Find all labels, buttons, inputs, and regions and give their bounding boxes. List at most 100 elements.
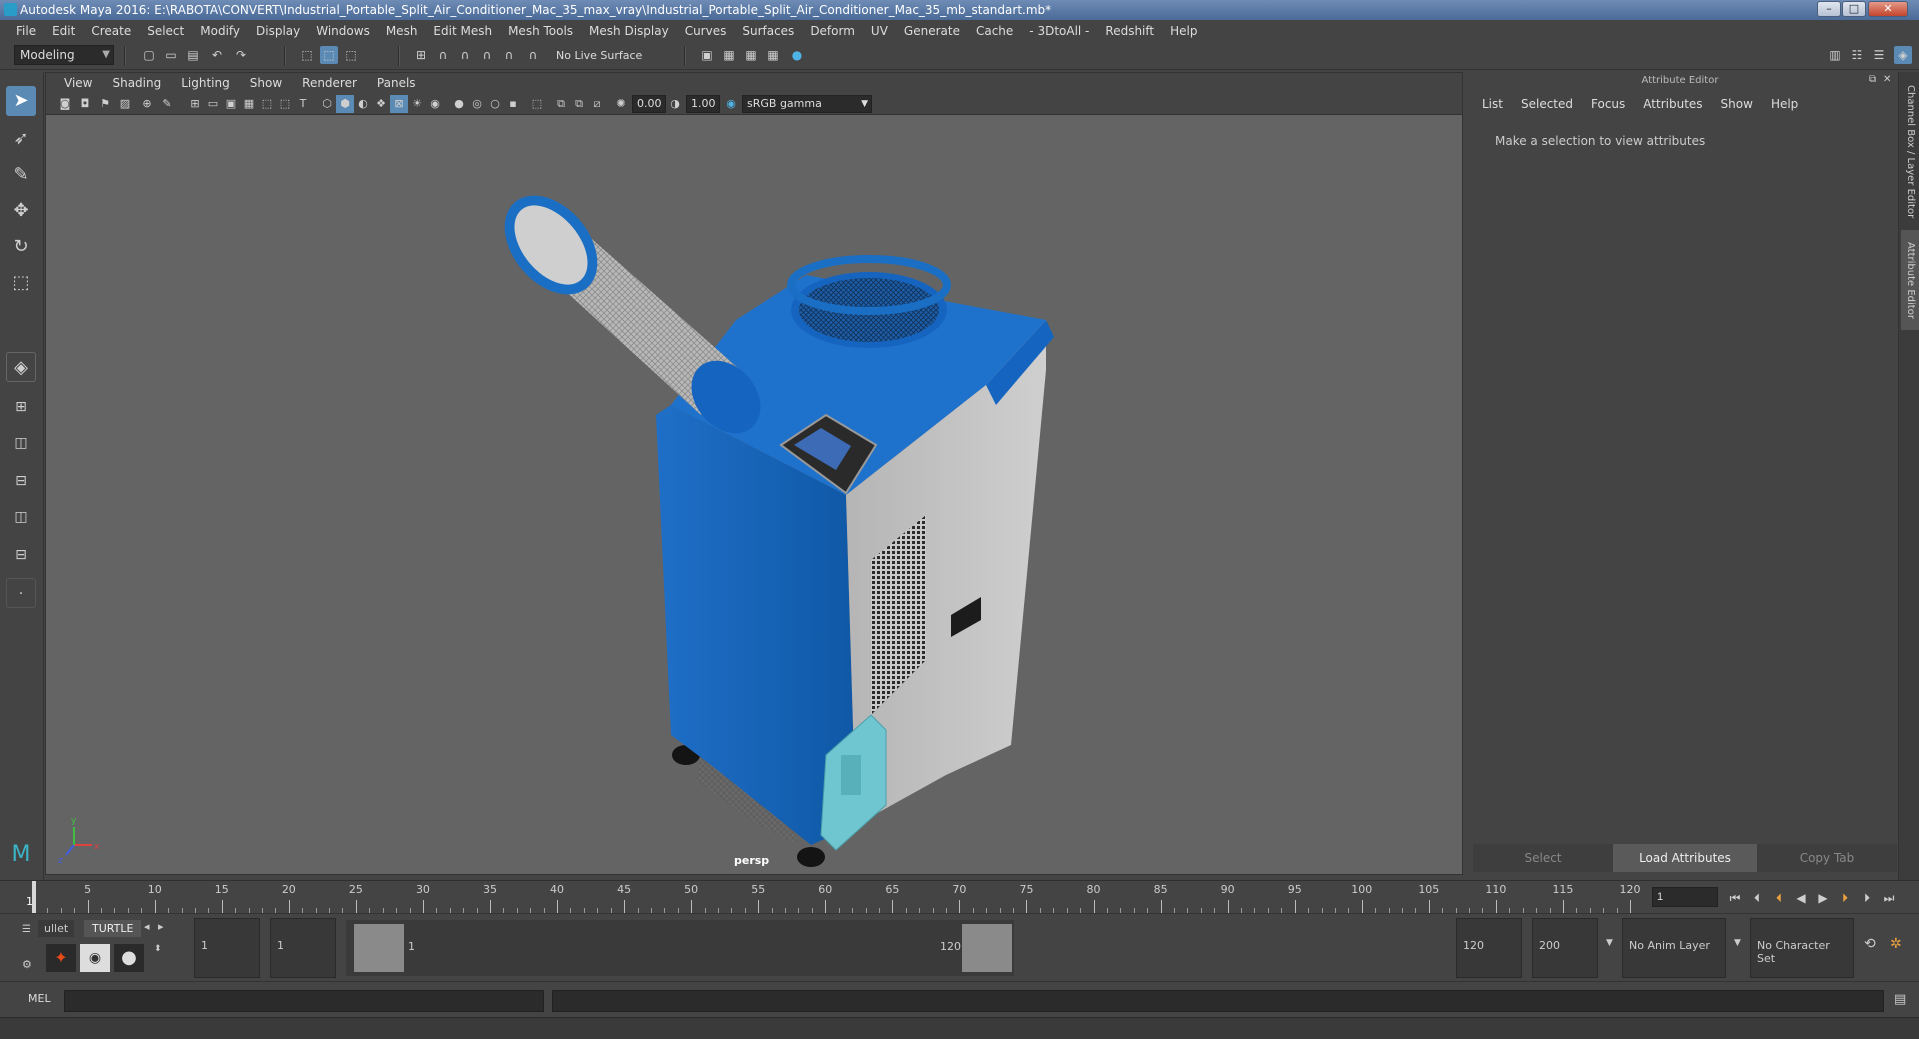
snap-grid-icon[interactable]: ⊞: [412, 46, 430, 64]
scene-canvas[interactable]: x y z: [46, 115, 1462, 873]
menu-select[interactable]: Select: [139, 24, 192, 38]
mode-selector[interactable]: Modeling ▼: [14, 45, 114, 65]
menu-surfaces[interactable]: Surfaces: [734, 24, 802, 38]
depth-of-field-icon[interactable]: ▪: [504, 95, 522, 113]
range-start-handle[interactable]: [354, 924, 404, 972]
rotate-tool-icon[interactable]: ↻: [6, 232, 36, 262]
step-forward-frame-icon[interactable]: ⏵: [1858, 889, 1876, 907]
attribute-editor-tab[interactable]: Attribute Editor: [1901, 230, 1919, 330]
paint-select-tool-icon[interactable]: ✎: [6, 160, 36, 190]
go-to-end-icon[interactable]: ⏭: [1880, 889, 1898, 907]
image-plane-icon[interactable]: ▨: [116, 95, 134, 113]
playback-start-field[interactable]: 1: [270, 918, 336, 978]
smooth-shade-all-icon[interactable]: ⬢: [336, 95, 354, 113]
anti-aliasing-icon[interactable]: ○: [486, 95, 504, 113]
attr-menu-list[interactable]: List: [1473, 97, 1512, 111]
snap-curve-icon[interactable]: ∩: [434, 46, 452, 64]
minimize-button[interactable]: –: [1817, 1, 1841, 17]
xray-icon[interactable]: ⬚: [528, 95, 546, 113]
four-view-layout-icon[interactable]: ⊞: [6, 392, 36, 422]
viewport-menu-panels[interactable]: Panels: [367, 76, 426, 90]
open-scene-icon[interactable]: ▭: [162, 46, 180, 64]
go-to-start-icon[interactable]: ⏮: [1726, 889, 1744, 907]
select-by-component-icon[interactable]: ⬚: [342, 46, 360, 64]
chevron-down-icon[interactable]: ▼: [1734, 938, 1741, 948]
channel-box-tab[interactable]: Channel Box / Layer Editor: [1901, 82, 1919, 222]
modeling-toolkit-icon[interactable]: ▥: [1826, 46, 1844, 64]
time-ruler[interactable]: 5 10 15 20 25 30 35 40 45 50 55 60 65 70 75 80 85 90 95 100…: [24, 881, 1641, 914]
step-back-key-icon[interactable]: ⏴: [1770, 889, 1788, 907]
load-attributes-button[interactable]: Load Attributes: [1613, 844, 1757, 872]
live-surface-label[interactable]: No Live Surface: [556, 49, 642, 62]
air-conditioner-model[interactable]: [486, 178, 1054, 867]
default-material-icon[interactable]: ◐: [354, 95, 372, 113]
script-editor-icon[interactable]: ▤: [1894, 992, 1906, 1007]
anim-layer-dropdown[interactable]: No Anim Layer: [1622, 918, 1726, 978]
persp-graph-layout-icon[interactable]: ⊟: [6, 466, 36, 496]
gamma-icon[interactable]: ◑: [666, 95, 684, 113]
attr-menu-attributes[interactable]: Attributes: [1634, 97, 1711, 111]
menu-mesh[interactable]: Mesh: [378, 24, 426, 38]
new-scene-icon[interactable]: ▢: [140, 46, 158, 64]
menu-mesh-tools[interactable]: Mesh Tools: [500, 24, 581, 38]
viewport-panel[interactable]: View Shading Lighting Show Renderer Pane…: [45, 72, 1463, 875]
camera-attributes-icon[interactable]: ◘: [76, 95, 94, 113]
play-backwards-icon[interactable]: ◀: [1792, 889, 1810, 907]
backface-culling-icon[interactable]: ⧄: [588, 95, 606, 113]
attr-menu-show[interactable]: Show: [1712, 97, 1762, 111]
shelf-menu-icon[interactable]: ☰: [22, 924, 31, 935]
close-panel-icon[interactable]: ✕: [1883, 74, 1891, 85]
save-scene-icon[interactable]: ▤: [184, 46, 202, 64]
magnet-icon[interactable]: ∩: [524, 46, 542, 64]
menu-edit-mesh[interactable]: Edit Mesh: [425, 24, 500, 38]
script-language-label[interactable]: MEL: [28, 992, 51, 1005]
menu-cache[interactable]: Cache: [968, 24, 1021, 38]
close-button[interactable]: ✕: [1868, 1, 1908, 17]
lasso-tool-icon[interactable]: ➶: [6, 124, 36, 154]
snap-view-icon[interactable]: ∩: [478, 46, 496, 64]
smooth-shade-icon[interactable]: ▭: [204, 95, 222, 113]
step-forward-key-icon[interactable]: ⏵: [1836, 889, 1854, 907]
undo-icon[interactable]: ↶: [208, 46, 226, 64]
float-panel-icon[interactable]: ⧉: [1869, 74, 1876, 85]
resolution-gate-icon[interactable]: ▣: [222, 95, 240, 113]
animation-preferences-icon[interactable]: ✲: [1890, 936, 1902, 952]
grid-toggle-icon[interactable]: ⊕: [138, 95, 156, 113]
textured-icon[interactable]: ❖: [372, 95, 390, 113]
shelf-render-icon[interactable]: ◉: [80, 944, 110, 972]
menu-uv[interactable]: UV: [863, 24, 896, 38]
shelf-tab-bullet[interactable]: ullet: [38, 920, 75, 937]
attr-menu-help[interactable]: Help: [1762, 97, 1807, 111]
shelf-scroll-icon[interactable]: ⬍: [154, 944, 162, 954]
shelf-scroll-left-icon[interactable]: ◂: [144, 920, 150, 933]
select-by-hierarchy-icon[interactable]: ⬚: [298, 46, 316, 64]
hypershade-layout-icon[interactable]: ⊟: [6, 540, 36, 570]
film-gate-icon[interactable]: ✎: [158, 95, 176, 113]
chevron-down-icon[interactable]: ▼: [1606, 938, 1613, 948]
attribute-editor-toggle-icon[interactable]: ☷: [1848, 46, 1866, 64]
field-chart-icon[interactable]: ⬚: [258, 95, 276, 113]
step-back-frame-icon[interactable]: ⏴: [1748, 889, 1766, 907]
menu-display[interactable]: Display: [248, 24, 308, 38]
range-slider[interactable]: 1 120: [346, 920, 1014, 976]
safe-action-icon[interactable]: ⬚: [276, 95, 294, 113]
camera-icon[interactable]: ◙: [56, 95, 74, 113]
shelf-sphere-icon[interactable]: ●: [114, 944, 144, 972]
viewport-menu-shading[interactable]: Shading: [102, 76, 171, 90]
select-tool-icon[interactable]: ➤: [6, 86, 36, 116]
menu-windows[interactable]: Windows: [308, 24, 378, 38]
menu-3dtoall[interactable]: - 3DtoAll -: [1021, 24, 1097, 38]
bookmark-icon[interactable]: ⚑: [96, 95, 114, 113]
render-view-icon[interactable]: ▦: [764, 46, 782, 64]
menu-file[interactable]: File: [8, 24, 44, 38]
viewport-menu-renderer[interactable]: Renderer: [292, 76, 367, 90]
viewport-menu-lighting[interactable]: Lighting: [171, 76, 240, 90]
exposure-icon[interactable]: ✺: [612, 95, 630, 113]
playback-end-field[interactable]: 120: [1456, 918, 1522, 978]
render-settings-icon[interactable]: ▣: [698, 46, 716, 64]
attr-menu-focus[interactable]: Focus: [1582, 97, 1634, 111]
character-set-dropdown[interactable]: No Character Set: [1750, 918, 1854, 978]
exposure-field[interactable]: 0.00: [632, 95, 666, 113]
use-lights-icon[interactable]: ☀: [408, 95, 426, 113]
menu-redshift[interactable]: Redshift: [1097, 24, 1162, 38]
